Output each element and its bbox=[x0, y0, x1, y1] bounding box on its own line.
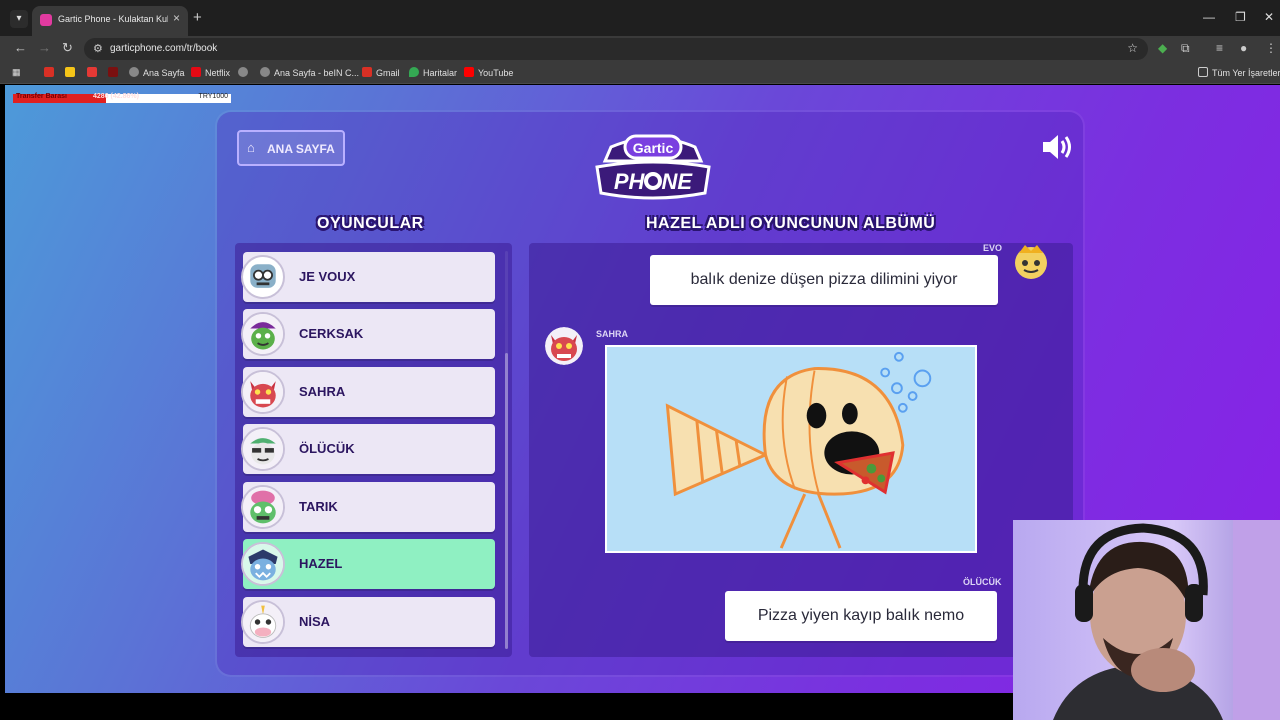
home-label: ANA SAYFA bbox=[267, 142, 335, 156]
apps-grid-icon[interactable]: ▦ bbox=[12, 67, 21, 78]
player-name: CERKSAK bbox=[299, 326, 364, 341]
bookmark-youtube[interactable]: YouTube bbox=[464, 67, 513, 78]
player-avatar-robot bbox=[241, 255, 285, 299]
screen-bottom-bar bbox=[0, 693, 1013, 720]
gartic-phone-logo: Gartic PHONE bbox=[595, 134, 711, 200]
bookmark-gmail[interactable]: Gmail bbox=[362, 67, 400, 78]
gartic-favicon-icon bbox=[40, 14, 52, 26]
minimize-icon[interactable]: — bbox=[1203, 10, 1215, 24]
tab-close-icon[interactable]: × bbox=[173, 11, 180, 25]
forward-icon[interactable]: → bbox=[38, 40, 51, 55]
tab-title: Gartic Phone - Kulaktan Kulağa bbox=[58, 14, 168, 24]
home-icon: ⌂ bbox=[247, 140, 255, 155]
player-name: HAZEL bbox=[299, 556, 343, 571]
new-tab-icon[interactable]: + bbox=[193, 9, 202, 26]
donation-progress-text: 4286 (42.86%) bbox=[93, 93, 139, 100]
media-icon[interactable]: ≡ bbox=[1216, 41, 1223, 55]
player-row[interactable]: ÖLÜCÜK bbox=[241, 424, 495, 474]
reload-icon[interactable]: ↻ bbox=[62, 40, 73, 56]
bookmark-haritalar[interactable]: Haritalar bbox=[409, 67, 457, 78]
back-icon[interactable]: ← bbox=[14, 40, 27, 55]
player-name: JE VOUX bbox=[299, 269, 356, 284]
bookmark-icon-4[interactable] bbox=[108, 67, 122, 78]
donation-goal: TRY1000 bbox=[198, 93, 228, 100]
player-avatar-brain-zombie bbox=[241, 485, 285, 529]
player-name: TARIK bbox=[299, 499, 338, 514]
restore-icon[interactable]: ❐ bbox=[1235, 10, 1246, 24]
gmail-shortcut-icon[interactable] bbox=[44, 67, 58, 78]
player-avatar-blue-vampire bbox=[241, 542, 285, 586]
active-tab[interactable]: Gartic Phone - Kulaktan Kulağa × bbox=[32, 6, 188, 36]
album-top-author: EVO bbox=[983, 243, 1003, 253]
sound-icon[interactable] bbox=[1041, 133, 1075, 161]
home-button[interactable]: ⌂ ANA SAYFA bbox=[237, 130, 345, 166]
bookmark-icon-2[interactable] bbox=[65, 67, 79, 78]
player-name: SAHRA bbox=[299, 384, 346, 399]
album-top-caption: balık denize düşen pizza dilimini yiyor bbox=[650, 255, 998, 305]
browser-tabbar: ▾ Gartic Phone - Kulaktan Kulağa × + — ❐… bbox=[0, 0, 1280, 36]
player-row-selected[interactable]: HAZEL bbox=[241, 539, 495, 589]
browser-navbar: ← → ↻ ⚙ garticphone.com/tr/book ☆ ◆ ⧉ ≡ … bbox=[0, 36, 1280, 62]
album-bottom-caption: Pizza yiyen kayıp balık nemo bbox=[725, 591, 997, 641]
streamer-webcam bbox=[1013, 520, 1280, 720]
profile-avatar-icon[interactable]: ● bbox=[1240, 41, 1247, 55]
tab-search-button[interactable]: ▾ bbox=[10, 10, 28, 28]
album-bottom-author: ÖLÜCÜK bbox=[963, 577, 1002, 587]
donation-progress-bar: Transfer Barası 4286 (42.86%) TRY1000 bbox=[13, 93, 231, 103]
player-avatar-unicorn-cow bbox=[241, 600, 285, 644]
player-drawing bbox=[605, 345, 977, 553]
player-name: NİSA bbox=[299, 614, 331, 629]
bookmark-netflix[interactable]: Netflix bbox=[191, 67, 230, 78]
drawing-author: SAHRA bbox=[596, 329, 629, 339]
evo-avatar bbox=[1011, 243, 1051, 281]
album-panel: EVO balık denize düşen pizza dilimini yi… bbox=[529, 243, 1073, 657]
menu-icon[interactable]: ⋮ bbox=[1265, 41, 1277, 55]
bookmark-icon-3[interactable] bbox=[87, 67, 101, 78]
player-row[interactable]: SAHRA bbox=[241, 367, 495, 417]
all-bookmarks[interactable]: Tüm Yer İşaretleri bbox=[1198, 67, 1280, 78]
extension-shield-icon[interactable]: ◆ bbox=[1158, 41, 1167, 55]
player-row[interactable]: CERKSAK bbox=[241, 309, 495, 359]
bookmark-ana-sayfa[interactable]: Ana Sayfa bbox=[129, 67, 185, 78]
fish-eating-pizza-drawing bbox=[665, 351, 932, 549]
site-info-icon[interactable]: ⚙ bbox=[93, 42, 103, 55]
bookmark-bein[interactable]: Ana Sayfa - beIN C... bbox=[260, 67, 359, 78]
address-bar[interactable]: ⚙ garticphone.com/tr/book ☆ bbox=[84, 38, 1148, 60]
url-text: garticphone.com/tr/book bbox=[110, 43, 218, 54]
player-row[interactable]: JE VOUX bbox=[241, 252, 495, 302]
sahra-avatar bbox=[545, 327, 583, 365]
close-window-icon[interactable]: ✕ bbox=[1264, 10, 1274, 24]
bookmark-globe-icon[interactable] bbox=[238, 67, 252, 78]
donation-label: Transfer Barası bbox=[16, 93, 67, 100]
player-avatar-cool-sunglasses bbox=[241, 427, 285, 471]
extensions-icon[interactable]: ⧉ bbox=[1181, 41, 1190, 56]
player-row[interactable]: TARIK bbox=[241, 482, 495, 532]
player-avatar-red-demon bbox=[241, 370, 285, 414]
player-row[interactable]: NİSA bbox=[241, 597, 495, 647]
players-panel: JE VOUX CERKSAK SAHRA ÖLÜCÜK TARIK HAZEL… bbox=[235, 243, 512, 657]
player-name: ÖLÜCÜK bbox=[299, 441, 355, 456]
player-avatar-green-monster bbox=[241, 312, 285, 356]
players-scrollbar[interactable] bbox=[505, 353, 508, 649]
bookmarks-bar: ▦ Ana Sayfa Netflix Ana Sayfa - beIN C..… bbox=[0, 62, 1280, 84]
logo-top-text: Gartic bbox=[633, 140, 674, 156]
album-heading: HAZEL ADLI OYUNCUNUN ALBÜMÜ bbox=[646, 215, 936, 232]
bookmark-star-icon[interactable]: ☆ bbox=[1127, 41, 1138, 55]
players-heading: OYUNCULAR bbox=[317, 215, 424, 232]
